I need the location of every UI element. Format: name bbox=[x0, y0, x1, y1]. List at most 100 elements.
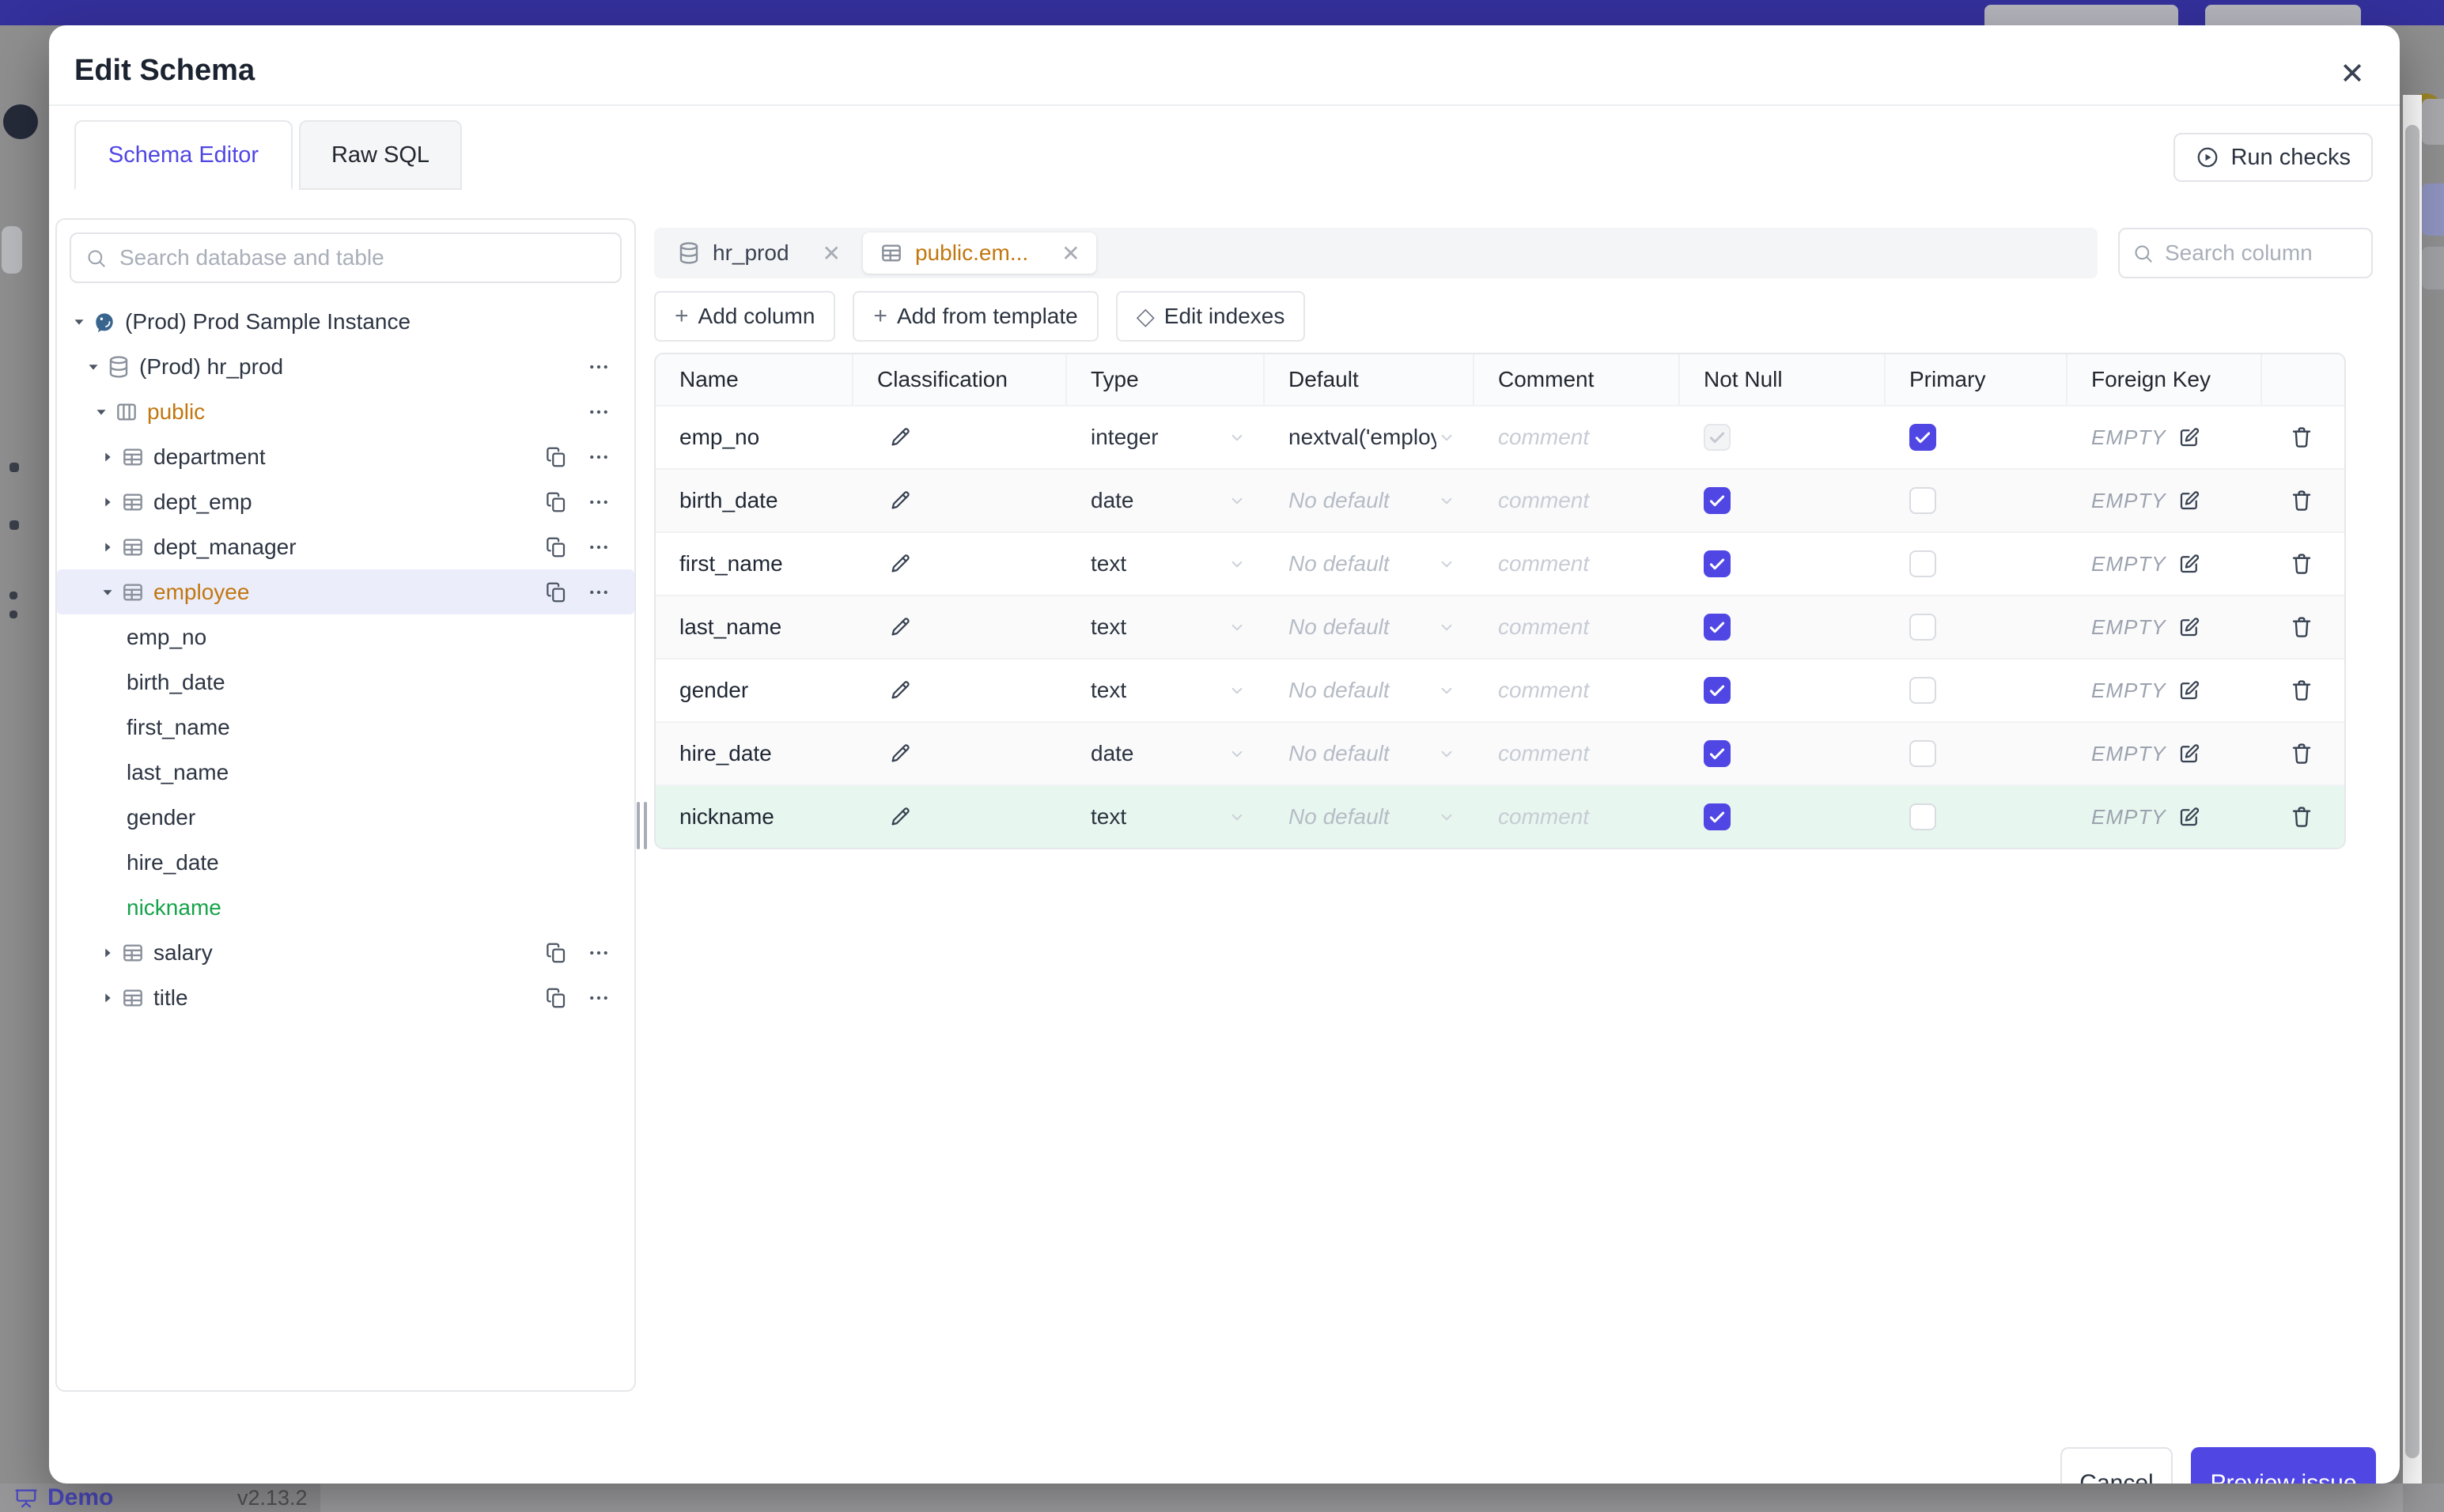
tree-item-title[interactable]: title bbox=[57, 975, 634, 1020]
chevron-down-icon[interactable] bbox=[1436, 554, 1457, 574]
close-icon[interactable]: ✕ bbox=[2333, 55, 2371, 93]
comment-input[interactable]: comment bbox=[1498, 425, 1589, 450]
tab-raw-sql[interactable]: Raw SQL bbox=[299, 120, 462, 190]
delete-column-icon[interactable] bbox=[2289, 488, 2314, 513]
checkbox-unchecked[interactable] bbox=[1909, 677, 1936, 704]
comment-input[interactable]: comment bbox=[1498, 804, 1589, 830]
checkbox-checked[interactable] bbox=[1704, 677, 1731, 704]
edit-classification-icon[interactable] bbox=[888, 489, 912, 512]
tree-item-department[interactable]: department bbox=[57, 434, 634, 479]
caret-down-icon[interactable] bbox=[85, 358, 102, 376]
comment-input[interactable]: comment bbox=[1498, 678, 1589, 703]
edit-foreign-key-icon[interactable] bbox=[2177, 425, 2201, 449]
chevron-down-icon[interactable] bbox=[1227, 680, 1247, 701]
checkbox-unchecked[interactable] bbox=[1909, 487, 1936, 514]
more-options-icon[interactable] bbox=[587, 986, 611, 1010]
panel-resize-handle[interactable] bbox=[635, 778, 648, 873]
caret-right-icon[interactable] bbox=[99, 944, 116, 962]
more-options-icon[interactable] bbox=[587, 355, 611, 379]
scrollbar-thumb[interactable] bbox=[2405, 125, 2419, 1458]
demo-link[interactable]: Demo bbox=[14, 1484, 113, 1512]
edit-foreign-key-icon[interactable] bbox=[2177, 489, 2201, 512]
comment-input[interactable]: comment bbox=[1498, 551, 1589, 576]
checkbox-checked[interactable] bbox=[1704, 740, 1731, 767]
type-select[interactable]: date bbox=[1091, 488, 1134, 513]
type-select[interactable]: text bbox=[1091, 804, 1126, 830]
cancel-button[interactable]: Cancel bbox=[2060, 1447, 2173, 1484]
comment-input[interactable]: comment bbox=[1498, 614, 1589, 640]
default-select[interactable]: nextval('employ bbox=[1288, 425, 1436, 450]
close-icon[interactable]: ✕ bbox=[823, 240, 841, 266]
caret-right-icon[interactable] bbox=[99, 493, 116, 511]
tree-item-public[interactable]: public bbox=[57, 389, 634, 434]
editor-tab-public-em-[interactable]: public.em... ✕ bbox=[862, 232, 1096, 274]
type-select[interactable]: text bbox=[1091, 678, 1126, 703]
default-select[interactable]: No default bbox=[1288, 741, 1390, 766]
chevron-down-icon[interactable] bbox=[1436, 807, 1457, 827]
preview-issue-button[interactable]: Preview issue bbox=[2191, 1447, 2376, 1484]
editor-tab-hr-prod[interactable]: hr_prod ✕ bbox=[660, 232, 857, 274]
type-select[interactable]: integer bbox=[1091, 425, 1159, 450]
checkbox-unchecked[interactable] bbox=[1909, 803, 1936, 830]
tree-search-input[interactable] bbox=[118, 244, 606, 271]
edit-classification-icon[interactable] bbox=[888, 805, 912, 829]
copy-icon[interactable] bbox=[544, 580, 568, 604]
checkbox-unchecked[interactable] bbox=[1909, 550, 1936, 577]
edit-classification-icon[interactable] bbox=[888, 615, 912, 639]
more-options-icon[interactable] bbox=[587, 580, 611, 604]
edit-foreign-key-icon[interactable] bbox=[2177, 615, 2201, 639]
run-checks-button[interactable]: Run checks bbox=[2173, 133, 2373, 182]
comment-input[interactable]: comment bbox=[1498, 488, 1589, 513]
copy-icon[interactable] bbox=[544, 445, 568, 469]
edit-foreign-key-icon[interactable] bbox=[2177, 805, 2201, 829]
delete-column-icon[interactable] bbox=[2289, 551, 2314, 576]
caret-down-icon[interactable] bbox=[70, 313, 88, 331]
checkbox-checked[interactable] bbox=[1704, 424, 1731, 451]
chevron-down-icon[interactable] bbox=[1227, 490, 1247, 511]
copy-icon[interactable] bbox=[544, 986, 568, 1010]
tree-item-dept-manager[interactable]: dept_manager bbox=[57, 524, 634, 569]
type-select[interactable]: date bbox=[1091, 741, 1134, 766]
tree-item--prod-prod-sample-instance[interactable]: (Prod) Prod Sample Instance bbox=[57, 299, 634, 344]
checkbox-checked[interactable] bbox=[1704, 550, 1731, 577]
edit-classification-icon[interactable] bbox=[888, 679, 912, 702]
type-select[interactable]: text bbox=[1091, 614, 1126, 640]
comment-input[interactable]: comment bbox=[1498, 741, 1589, 766]
default-select[interactable]: No default bbox=[1288, 678, 1390, 703]
delete-column-icon[interactable] bbox=[2289, 741, 2314, 766]
more-options-icon[interactable] bbox=[587, 490, 611, 514]
edit-classification-icon[interactable] bbox=[888, 742, 912, 765]
copy-icon[interactable] bbox=[544, 490, 568, 514]
chevron-down-icon[interactable] bbox=[1227, 554, 1247, 574]
type-select[interactable]: text bbox=[1091, 551, 1126, 576]
delete-column-icon[interactable] bbox=[2289, 614, 2314, 640]
delete-column-icon[interactable] bbox=[2289, 678, 2314, 703]
chevron-down-icon[interactable] bbox=[1227, 743, 1247, 764]
checkbox-checked[interactable] bbox=[1704, 614, 1731, 641]
column-name-field[interactable]: birth_date bbox=[679, 488, 778, 513]
checkbox-unchecked[interactable] bbox=[1909, 614, 1936, 641]
tree-item-dept-emp[interactable]: dept_emp bbox=[57, 479, 634, 524]
caret-down-icon[interactable] bbox=[99, 584, 116, 601]
tree-item--prod-hr-prod[interactable]: (Prod) hr_prod bbox=[57, 344, 634, 389]
edit-indexes-button[interactable]: ◇ Edit indexes bbox=[1115, 291, 1306, 342]
scrollbar-track[interactable] bbox=[2403, 95, 2422, 1484]
tree-item-gender[interactable]: gender bbox=[57, 795, 634, 840]
tree-item-first-name[interactable]: first_name bbox=[57, 705, 634, 750]
column-name-field[interactable]: last_name bbox=[679, 614, 781, 640]
default-select[interactable]: No default bbox=[1288, 804, 1390, 830]
column-search-input[interactable] bbox=[2163, 240, 2359, 266]
checkbox-checked[interactable] bbox=[1704, 803, 1731, 830]
tree-item-last-name[interactable]: last_name bbox=[57, 750, 634, 795]
column-name-field[interactable]: emp_no bbox=[679, 425, 759, 450]
column-name-field[interactable]: hire_date bbox=[679, 741, 772, 766]
column-name-field[interactable]: nickname bbox=[679, 804, 774, 830]
tree-item-salary[interactable]: salary bbox=[57, 930, 634, 975]
caret-down-icon[interactable] bbox=[93, 403, 110, 421]
edit-classification-icon[interactable] bbox=[888, 552, 912, 576]
tree-search-box[interactable] bbox=[70, 232, 622, 283]
checkbox-checked[interactable] bbox=[1704, 487, 1731, 514]
column-name-field[interactable]: gender bbox=[679, 678, 748, 703]
tree-item-nickname[interactable]: nickname bbox=[57, 885, 634, 930]
more-options-icon[interactable] bbox=[587, 535, 611, 559]
